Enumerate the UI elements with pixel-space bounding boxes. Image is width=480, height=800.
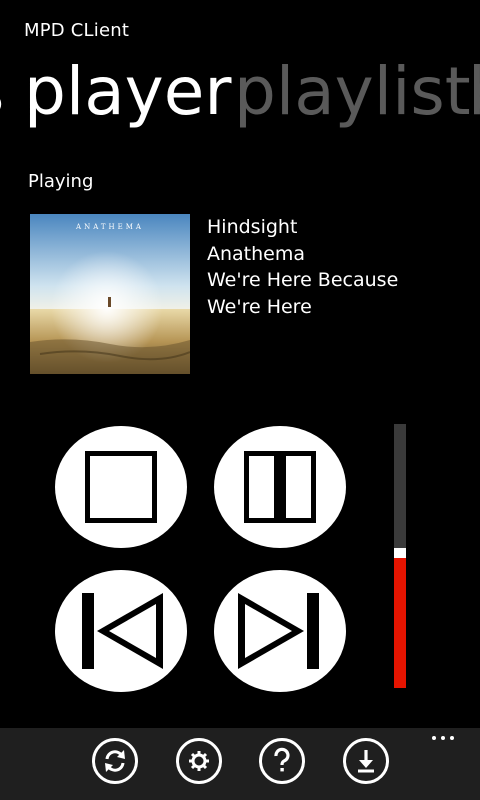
volume-level [394, 556, 406, 688]
pivot-item-playlist[interactable]: playlist [234, 52, 471, 132]
pivot-item-player[interactable]: player [24, 52, 231, 132]
previous-icon [82, 593, 163, 669]
ellipsis-icon[interactable] [430, 730, 460, 746]
app-bar [0, 728, 480, 800]
refresh-icon [105, 750, 125, 772]
volume-slider[interactable] [394, 424, 406, 688]
help-button[interactable] [259, 738, 305, 784]
stop-button[interactable] [55, 426, 187, 548]
next-icon [238, 593, 319, 669]
download-button[interactable] [343, 738, 389, 784]
app-title: MPD CLient [24, 20, 130, 41]
pivot-header: s player playlist b [0, 52, 480, 142]
pivot-item-next[interactable]: b [468, 52, 480, 132]
volume-thumb[interactable] [394, 548, 406, 558]
download-icon [358, 750, 374, 773]
track-title: Hindsight [207, 216, 298, 238]
pause-button[interactable] [214, 426, 346, 548]
pause-icon [244, 451, 316, 523]
refresh-button[interactable] [92, 738, 138, 784]
pivot-item-previous[interactable]: s [0, 52, 4, 132]
cover-text: ANATHEMA [75, 223, 144, 231]
album-cover: ANATHEMA [30, 214, 190, 374]
settings-icon [189, 751, 209, 771]
playing-label: Playing [28, 171, 94, 192]
settings-button[interactable] [176, 738, 222, 784]
help-icon [274, 747, 290, 772]
previous-button[interactable] [55, 570, 187, 692]
next-button[interactable] [214, 570, 346, 692]
track-album: We're Here Because [207, 269, 399, 291]
track-album-cont: We're Here [207, 295, 312, 318]
stop-icon [85, 451, 157, 523]
track-info: Hindsight Anathema We're Here Because We… [207, 214, 398, 320]
track-artist: Anathema [207, 242, 306, 265]
